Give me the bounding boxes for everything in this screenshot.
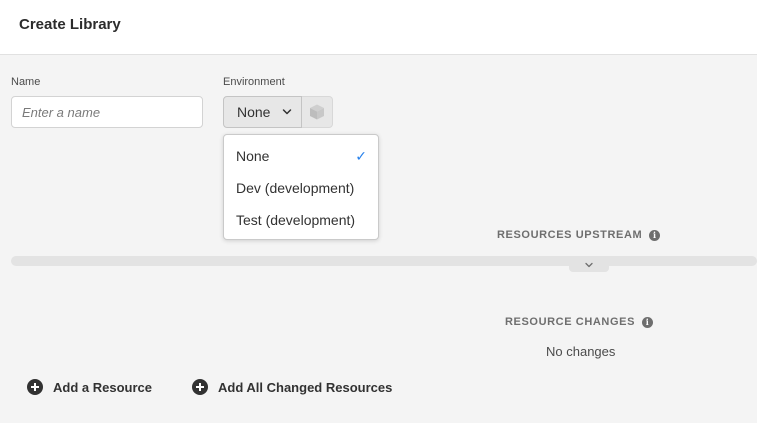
info-icon[interactable]: i xyxy=(642,316,654,328)
info-icon[interactable]: i xyxy=(649,229,661,241)
package-button[interactable] xyxy=(302,96,333,128)
resources-upstream-title: RESOURCES UPSTREAM xyxy=(497,229,643,241)
resources-upstream-heading: RESOURCES UPSTREAM i xyxy=(497,229,661,241)
add-resource-button[interactable]: Add a Resource xyxy=(27,379,152,395)
name-input[interactable] xyxy=(11,96,203,128)
package-icon xyxy=(310,104,324,120)
dropdown-option-label: None xyxy=(236,148,270,164)
dropdown-option-label: Dev (development) xyxy=(236,180,355,196)
dropdown-option-label: Test (development) xyxy=(236,212,356,228)
environment-picker[interactable]: None xyxy=(223,96,302,128)
chevron-down-icon xyxy=(585,262,593,268)
dropdown-option-none[interactable]: None ✓ xyxy=(224,140,378,172)
resource-changes-heading: RESOURCE CHANGES i xyxy=(505,316,654,328)
expand-upstream-toggle[interactable] xyxy=(569,258,609,272)
add-all-changed-resources-button[interactable]: Add All Changed Resources xyxy=(192,379,392,395)
environment-dropdown-menu: None ✓ Dev (development) Test (developme… xyxy=(223,134,379,240)
name-label: Name xyxy=(11,76,41,88)
chevron-down-icon xyxy=(283,109,292,115)
resource-changes-title: RESOURCE CHANGES xyxy=(505,316,636,328)
environment-label: Environment xyxy=(223,76,285,88)
add-all-changed-label: Add All Changed Resources xyxy=(218,379,393,395)
environment-selected-value: None xyxy=(237,104,271,120)
resources-upstream-track xyxy=(11,256,757,266)
no-changes-text: No changes xyxy=(546,344,616,359)
page-title: Create Library xyxy=(19,16,121,33)
add-circle-icon xyxy=(192,379,208,395)
dropdown-option-dev[interactable]: Dev (development) xyxy=(224,172,378,204)
checkmark-icon: ✓ xyxy=(355,148,367,164)
add-resource-label: Add a Resource xyxy=(53,379,152,395)
add-circle-icon xyxy=(27,379,43,395)
dropdown-option-test[interactable]: Test (development) xyxy=(224,204,378,236)
header-bar: Create Library xyxy=(0,0,757,55)
